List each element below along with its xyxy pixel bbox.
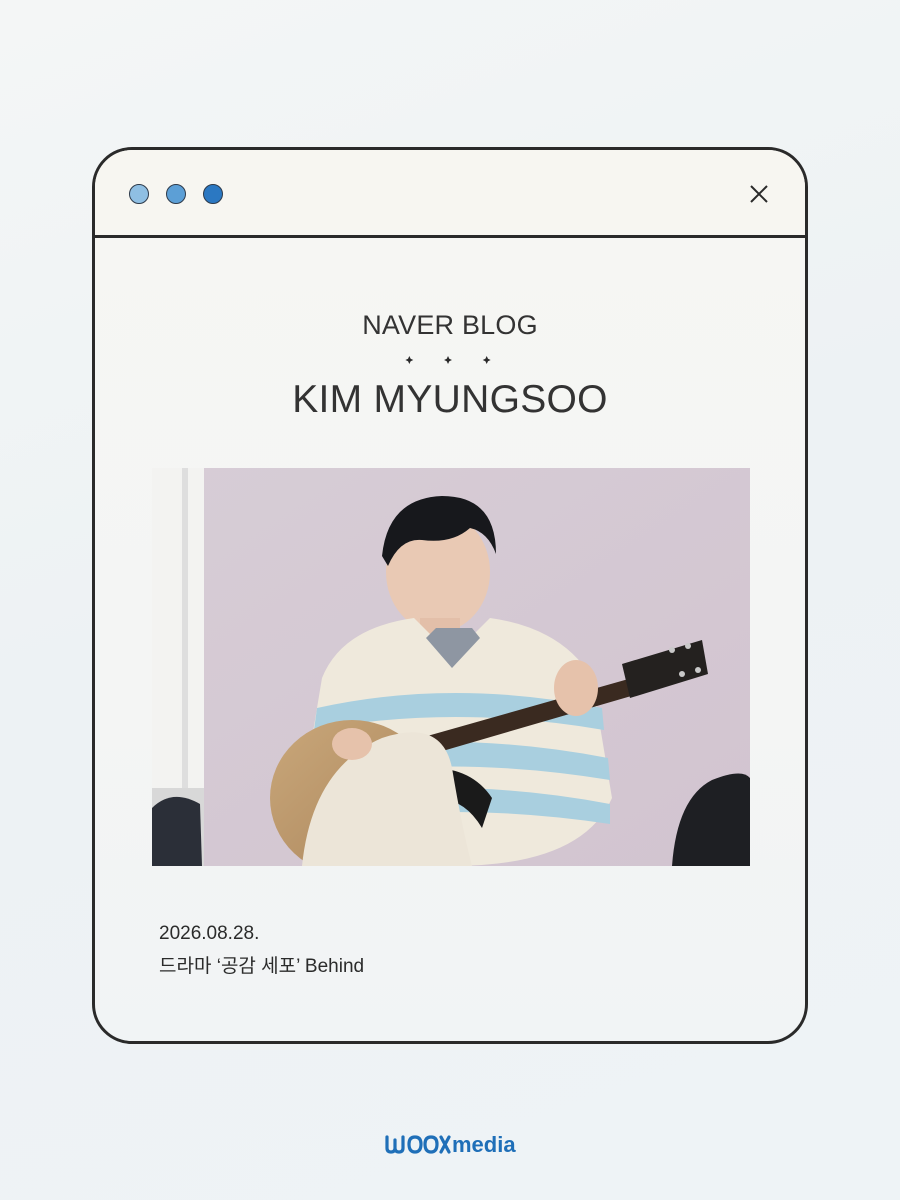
- window-control-dot-light[interactable]: [129, 184, 149, 204]
- post-caption: 드라마 ‘공감 세포’ Behind: [159, 956, 365, 977]
- woolimedia-logo[interactable]: media: [0, 1126, 900, 1158]
- blog-label: NAVER BLOG: [362, 310, 538, 340]
- post-date: 2026.08.28.: [159, 923, 260, 944]
- window-titlebar: [95, 150, 805, 238]
- sparkle-star-icon: [482, 356, 491, 364]
- sparkle-star-icon: [444, 356, 452, 364]
- photo-man-playing-guitar: [152, 468, 750, 866]
- window-control-dot-mid[interactable]: [166, 184, 186, 204]
- close-icon[interactable]: [745, 180, 773, 208]
- svg-text:media: media: [452, 1132, 516, 1157]
- window-control-dot-dark[interactable]: [203, 184, 223, 204]
- sparkle-star-icon: [405, 356, 414, 364]
- sparkle-star-separator: [405, 356, 491, 364]
- browser-window-frame: NAVER BLOG KIM MYUNGSOO 2026.08.28. 드라마 …: [92, 147, 808, 1044]
- artist-name: KIM MYUNGSOO: [292, 378, 608, 421]
